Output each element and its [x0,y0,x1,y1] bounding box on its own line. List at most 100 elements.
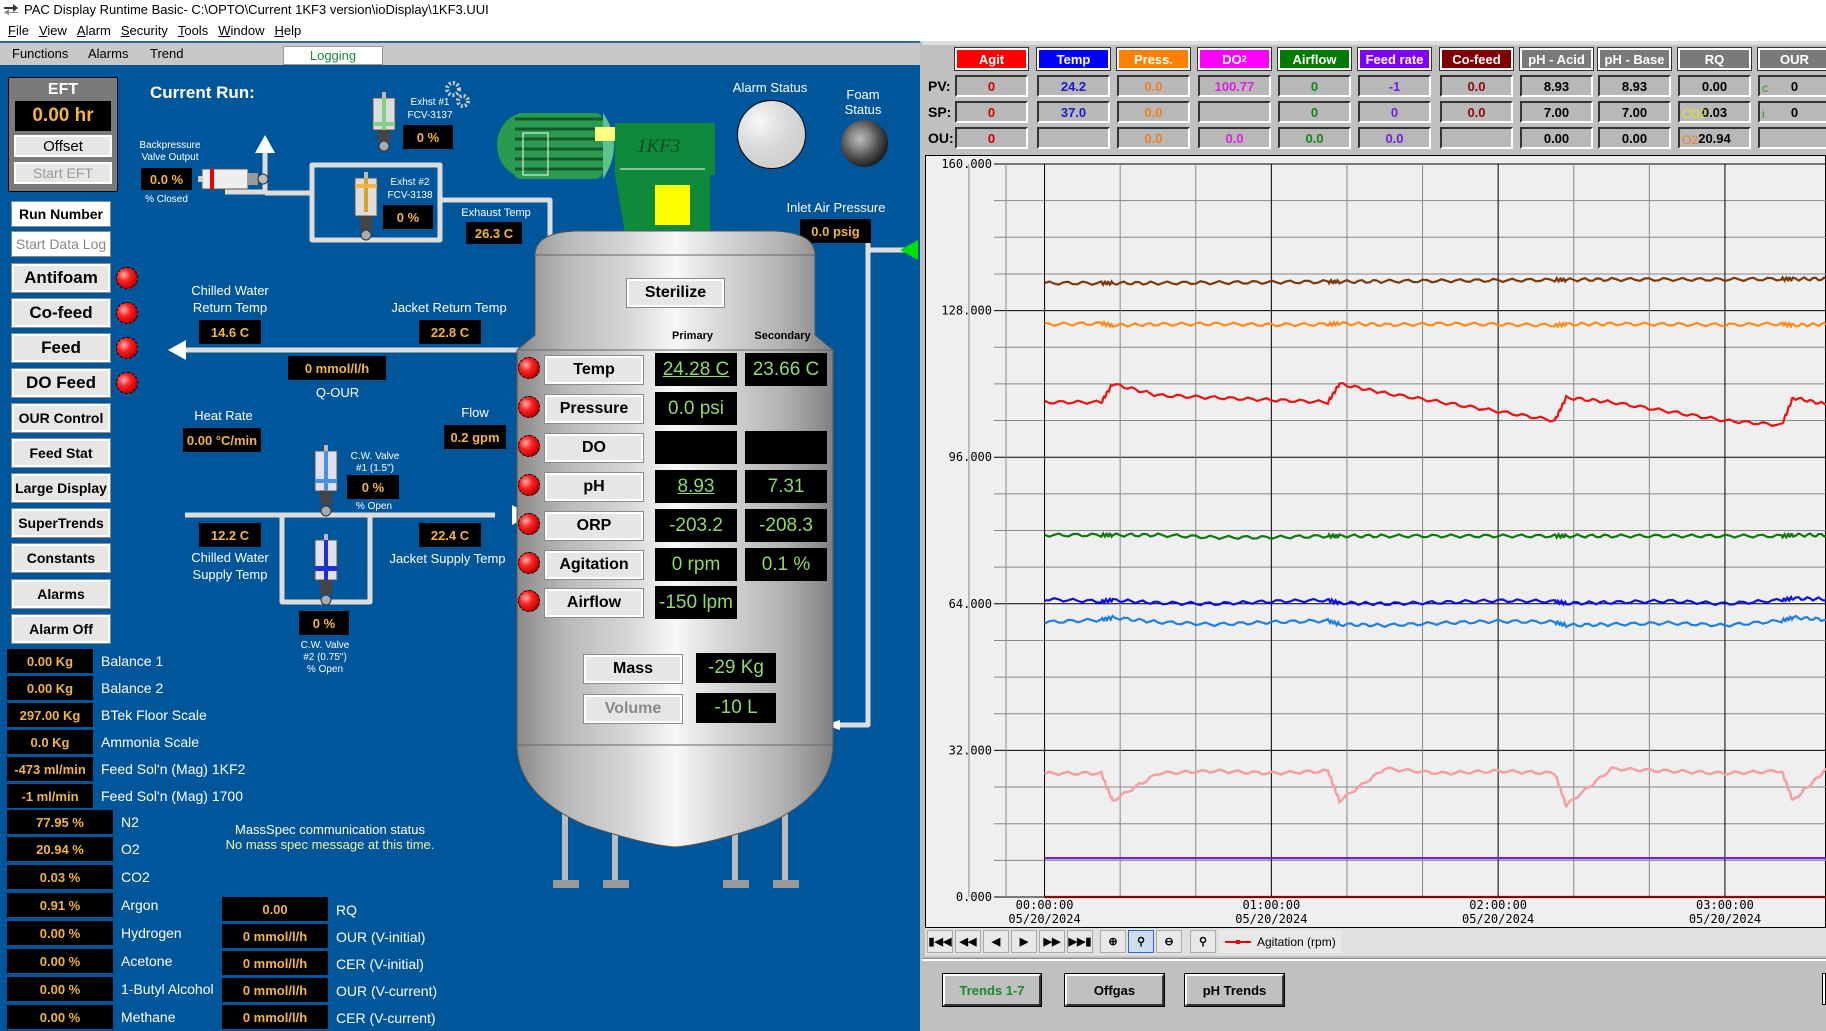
loop-sp-cell[interactable]: 37.0 [1037,101,1110,123]
loop-pv-cell[interactable]: 8.93 [1520,75,1593,97]
loop-ou-cell[interactable] [1758,127,1826,149]
gears-icon[interactable] [445,80,471,110]
loop-sp-cell[interactable]: 7.00 [1598,101,1671,123]
tab-alarms[interactable]: Alarms [88,46,128,61]
primary-do-value[interactable] [655,431,737,464]
zoom-reset-button[interactable]: ⚲ [1128,930,1154,953]
sensor-pressure-button[interactable]: Pressure [544,394,644,424]
sensor-ph-button[interactable]: pH [544,472,644,502]
backpressure-valve-icon[interactable] [198,165,270,193]
loop-sp-cell[interactable]: 0.0 [1440,101,1513,123]
loop-sp-cell[interactable]: 0 [1358,101,1431,123]
loop-pv-cell[interactable]: 0 [1278,75,1351,97]
zoom-in-button[interactable]: ⊕ [1100,930,1126,953]
loop-header-do2[interactable]: DO 2 [1197,47,1272,71]
tab-trend[interactable]: Trend [150,46,183,61]
loop-sp-cell[interactable] [1198,101,1271,123]
menu-help[interactable]: Help [272,20,309,41]
loop-header-airflow[interactable]: Airflow [1277,47,1352,71]
partial-button-edge[interactable] [1822,973,1826,1005]
loop-pv-cell[interactable]: -1 [1358,75,1431,97]
scale-label: Ammonia Scale [101,734,200,750]
exhaust-valve-1-icon[interactable] [370,92,400,152]
last-page-button[interactable]: ▶▶▮ [1067,930,1093,953]
loop-ou-cell[interactable]: 0.0 [1278,127,1351,149]
legend-line-icon [1225,939,1251,944]
offgas-button[interactable]: Offgas [1064,973,1165,1007]
trend-chart[interactable]: 160.000 128.000 96.000 64.000 32.000 0.000 00:… [925,155,1826,928]
loop-pv-cell[interactable]: 100.77 [1198,75,1271,97]
first-page-button[interactable]: ▮◀◀ [927,930,953,953]
zoom-y-axis-button[interactable]: ⚲ [1190,930,1216,953]
step-back-button[interactable]: ◀ [983,930,1009,953]
loop-sp-cell[interactable]: 0.0 [1117,101,1190,123]
loop-header-co-feed[interactable]: Co-feed [1439,47,1514,71]
trends-1-7-button[interactable]: Trends 1-7 [942,973,1042,1007]
loop-header-ph-base[interactable]: pH - Base [1597,47,1672,71]
loop-pv-cell[interactable]: 0.0 [1117,75,1190,97]
loop-sp-cell[interactable]: i0 [1758,101,1826,123]
loop-ou-cell[interactable] [1440,127,1513,149]
alarm-status-indicator [737,100,806,169]
loop-header-press-[interactable]: Press. [1116,47,1191,71]
menu-view[interactable]: View [37,20,75,41]
step-forward-button[interactable]: ▶ [1011,930,1037,953]
loop-ou-cell[interactable]: 0 [955,127,1028,149]
cw-valve-1-icon[interactable] [312,445,342,520]
loop-ou-cell[interactable]: 0.0 [1117,127,1190,149]
menu-tools[interactable]: Tools [176,20,216,41]
cw-valve-2-icon[interactable] [312,534,342,609]
loop-cell-value: -1 [1388,78,1401,94]
loop-header-agit[interactable]: Agit [954,47,1029,71]
loop-sp-cell[interactable]: 0 [1278,101,1351,123]
loop-header-rq[interactable]: RQ [1677,47,1752,71]
gas-label: CO2 [121,869,150,885]
loop-pv-cell[interactable]: c0 [1758,75,1826,97]
loop-pv-cell[interactable]: 24.2 [1037,75,1110,97]
loop-sp-cell[interactable]: 0 [955,101,1028,123]
exhaust-2-label-2: FCV-3138 [387,190,433,201]
legend-selector[interactable]: Agitation (rpm) [1219,930,1342,953]
sterilize-button[interactable]: Sterilize [626,278,725,308]
tab-logging[interactable]: Logging [283,46,383,65]
sensor-orp-button[interactable]: ORP [544,511,644,541]
loop-ou-cell[interactable]: 0.00 [1598,127,1671,149]
loop-ou-cell[interactable]: O2 20.94 [1678,127,1751,149]
primary-temp-value[interactable]: 24.28 C [655,353,737,386]
tab-functions[interactable]: Functions [12,46,68,61]
menu-security[interactable]: Security [119,20,176,41]
sensor-agitation-button[interactable]: Agitation [544,550,644,580]
loop-ou-cell[interactable] [1037,127,1110,149]
primary-ph-value[interactable]: 8.93 [655,470,737,503]
loop-sp-cell[interactable]: CO2 0.03 [1678,101,1751,123]
loop-header-temp[interactable]: Temp [1036,47,1111,71]
loop-cell-value: 0.00 [1701,78,1728,94]
loop-header-our[interactable]: OUR [1757,47,1826,71]
loop-ou-cell[interactable]: 0.0 [1198,127,1271,149]
exhaust-valve-2-icon[interactable] [352,172,382,247]
menu-alarm[interactable]: Alarm [75,20,119,41]
page-forward-button[interactable]: ▶▶ [1039,930,1065,953]
sensor-do-button[interactable]: DO [544,433,644,463]
loop-pv-cell[interactable]: 8.93 [1598,75,1671,97]
zoom-out-button[interactable]: ⊖ [1156,930,1182,953]
menu-file[interactable]: File [6,20,37,41]
loop-pv-cell[interactable]: 0.0 [1440,75,1513,97]
mass-button[interactable]: Mass [583,654,683,684]
loop-header-ph-acid[interactable]: pH - Acid [1519,47,1594,71]
loop-sp-cell[interactable]: 7.00 [1520,101,1593,123]
loop-header-feed-rate[interactable]: Feed rate [1357,47,1432,71]
title-bar: PAC Display Runtime Basic- C:\OPTO\Curre… [0,0,1826,20]
loop-ou-cell[interactable]: 0.00 [1520,127,1593,149]
loop-pv-cell[interactable]: 0 [955,75,1028,97]
loop-pv-cell[interactable]: 0.00 [1678,75,1751,97]
sensor-airflow-button[interactable]: Airflow [544,588,644,618]
cw-valve-1-label-1: C.W. Valve [350,451,400,462]
primary-pressure-value: 0.0 psi [655,392,737,425]
page-back-button[interactable]: ◀◀ [955,930,981,953]
ph-trends-button[interactable]: pH Trends [1184,973,1285,1007]
volume-button[interactable]: Volume [583,694,683,724]
sensor-temp-button[interactable]: Temp [544,355,644,385]
menu-window[interactable]: Window [216,20,272,41]
loop-ou-cell[interactable]: 0.0 [1358,127,1431,149]
